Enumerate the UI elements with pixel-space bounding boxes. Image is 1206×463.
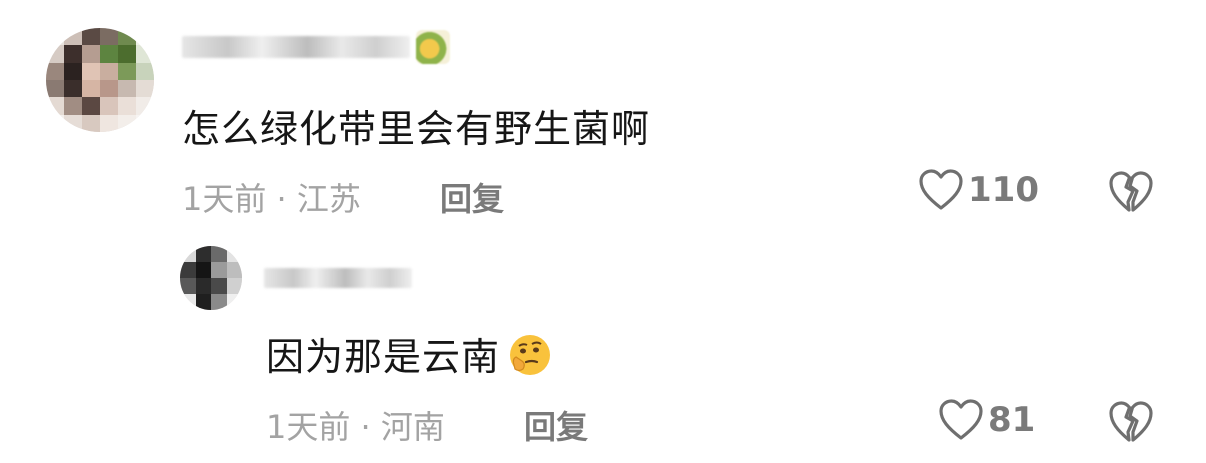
dislike-button[interactable] [1108, 170, 1154, 218]
thinking-face-emoji [510, 334, 551, 375]
comment-time: 1天前 [182, 180, 267, 218]
meta-separator: · [360, 408, 371, 446]
reply-comment-item: 因为那是云南 1天前 · 河南 回复 81 [0, 230, 1206, 463]
heart-outline-icon [919, 169, 963, 210]
user-badge-icon [416, 30, 450, 64]
username-blurred[interactable] [264, 268, 412, 288]
username-mosaic [182, 36, 410, 58]
avatar[interactable] [180, 246, 242, 310]
comment-location: 河南 [380, 408, 445, 446]
comment-time: 1天前 [266, 408, 351, 446]
comment-text: 怎么绿化带里会有野生菌啊 [182, 98, 650, 153]
broken-heart-icon [1109, 401, 1153, 442]
broken-heart-icon [1109, 171, 1153, 212]
like-button[interactable]: 81 [938, 398, 1035, 442]
avatar[interactable] [46, 28, 154, 132]
comment-text-content: 怎么绿化带里会有野生菌啊 [182, 107, 651, 151]
username-mosaic [264, 268, 412, 288]
meta-separator: · [276, 180, 287, 218]
dislike-button[interactable] [1108, 400, 1154, 448]
comment-meta: 1天前 · 江苏 [182, 174, 361, 220]
comment-meta: 1天前 · 河南 [266, 402, 445, 448]
heart-outline-icon [939, 399, 983, 440]
username-blurred[interactable] [182, 30, 450, 64]
like-button[interactable]: 110 [918, 168, 1039, 212]
reply-button[interactable]: 回复 [440, 174, 504, 220]
comment-location: 江苏 [296, 180, 361, 218]
reply-button[interactable]: 回复 [524, 402, 588, 448]
comment-item: 怎么绿化带里会有野生菌啊 1天前 · 江苏 回复 110 [0, 0, 1206, 230]
comment-text: 因为那是云南 [266, 326, 552, 381]
comment-text-content: 因为那是云南 [266, 335, 501, 379]
like-count: 110 [968, 170, 1039, 210]
like-count: 81 [988, 400, 1036, 440]
